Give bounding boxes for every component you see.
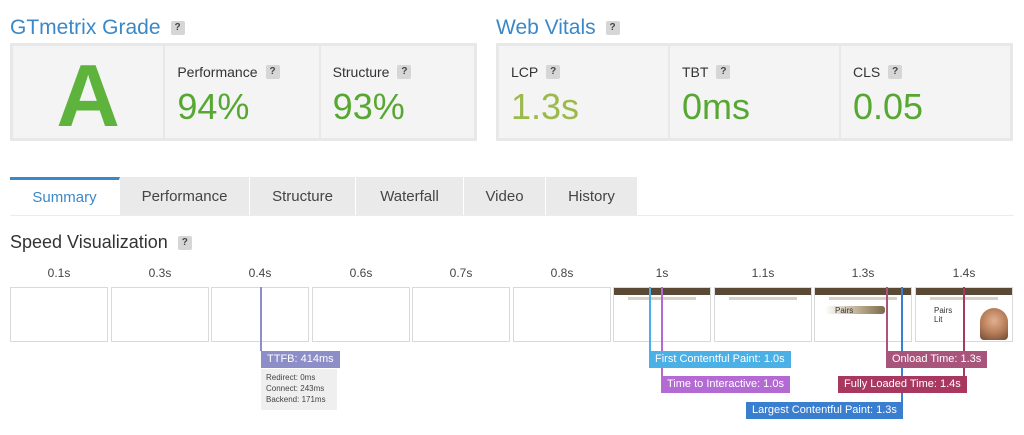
ttfb-redirect: Redirect: 0ms: [266, 373, 316, 382]
tab-video[interactable]: Video: [464, 177, 546, 216]
frame-text-lit: Lit: [934, 315, 943, 324]
ttfb-breakdown: Redirect: 0ms Connect: 243ms Backend: 17…: [261, 369, 337, 410]
time-label: 0.3s: [148, 266, 172, 280]
cls-label-row: CLS ?: [853, 64, 903, 80]
time-label: 0.1s: [47, 266, 71, 280]
page-header-thumbnail: [815, 288, 911, 295]
filmstrip-frame[interactable]: [412, 287, 510, 342]
filmstrip-frame[interactable]: [312, 287, 410, 342]
help-icon[interactable]: ?: [716, 65, 731, 79]
ttfb-connect: Connect: 243ms: [266, 384, 325, 393]
web-vitals-panel: LCP ? 1.3s TBT ? 0ms CLS ? 0.05: [496, 43, 1013, 141]
structure-label-row: Structure ?: [333, 64, 412, 80]
lcp-cell: LCP ? 1.3s: [499, 46, 668, 138]
lcp-label-row: LCP ?: [511, 64, 561, 80]
lcp-label: LCP: [511, 64, 539, 80]
tbt-label: TBT: [682, 64, 709, 80]
web-vitals-title: Web Vitals: [496, 16, 596, 39]
time-label: 1s: [655, 266, 669, 280]
speed-visualization-title: Speed Visualization: [10, 232, 168, 252]
tab-performance[interactable]: Performance: [120, 177, 250, 216]
structure-label: Structure: [332, 64, 390, 80]
lcp-value: 1.3s: [511, 86, 580, 127]
help-icon[interactable]: ?: [177, 235, 192, 250]
performance-cell: Performance ? 94%: [165, 46, 319, 138]
frame-text-block: Pairs Lit: [934, 306, 952, 324]
structure-cell: Structure ? 93%: [320, 46, 474, 138]
fully-loaded-marker-label: Fully Loaded Time: 1.4s: [838, 376, 967, 393]
grade-letter: A: [56, 46, 120, 145]
tti-marker-label: Time to Interactive: 1.0s: [661, 376, 790, 393]
time-label: 0.8s: [550, 266, 574, 280]
help-icon[interactable]: ?: [170, 21, 185, 35]
frame-text-pairs: Pairs: [835, 306, 854, 315]
tab-history[interactable]: History: [546, 177, 638, 216]
hero-photo-thumbnail: [980, 308, 1008, 340]
lcp-marker-label: Largest Contentful Paint: 1.3s: [746, 402, 903, 419]
page-header-thumbnail: [715, 288, 811, 295]
time-label: 1.3s: [851, 266, 875, 280]
time-label: 0.4s: [248, 266, 272, 280]
frame-text-pairs: Pairs: [934, 306, 953, 315]
web-vitals-heading: Web Vitals ?: [496, 16, 620, 40]
gtmetrix-grade-panel: A Performance ? 94% Structure ? 93%: [10, 43, 477, 141]
help-icon[interactable]: ?: [265, 65, 280, 79]
filmstrip-frame[interactable]: Pairs: [814, 287, 912, 342]
tbt-label-row: TBT ?: [682, 64, 731, 80]
tab-structure[interactable]: Structure: [250, 177, 356, 216]
tab-waterfall[interactable]: Waterfall: [356, 177, 464, 216]
help-icon[interactable]: ?: [397, 65, 412, 79]
cls-value: 0.05: [853, 86, 924, 127]
performance-label-row: Performance ?: [177, 64, 280, 80]
report-tabs: Summary Performance Structure Waterfall …: [10, 177, 638, 216]
time-label: 0.7s: [449, 266, 473, 280]
tbt-cell: TBT ? 0ms: [670, 46, 839, 138]
onload-marker-label: Onload Time: 1.3s: [886, 351, 988, 368]
fcp-marker-label: First Contentful Paint: 1.0s: [649, 351, 791, 368]
ttfb-marker-label: TTFB: 414ms: [261, 351, 340, 368]
time-label: 1.1s: [751, 266, 775, 280]
performance-value: 94%: [177, 86, 250, 127]
tabs-divider: [10, 215, 1014, 216]
cls-cell: CLS ? 0.05: [841, 46, 1010, 138]
filmstrip-frame[interactable]: [10, 287, 108, 342]
grade-cell: A: [13, 46, 164, 145]
cls-label: CLS: [853, 64, 881, 80]
gtmetrix-grade-heading: GTmetrix Grade ?: [10, 16, 185, 40]
filmstrip-frame[interactable]: [111, 287, 209, 342]
performance-label: Performance: [177, 64, 258, 80]
help-icon[interactable]: ?: [888, 65, 903, 79]
help-icon[interactable]: ?: [546, 65, 561, 79]
ttfb-backend: Backend: 171ms: [266, 395, 326, 404]
ttfb-marker-line: [260, 287, 262, 351]
filmstrip-frame[interactable]: [513, 287, 611, 342]
hero-image-thumbnail: [825, 306, 885, 314]
structure-value: 93%: [332, 86, 405, 127]
onload-marker-line: [886, 287, 888, 351]
help-icon[interactable]: ?: [605, 21, 620, 35]
speed-visualization-heading: Speed Visualization ?: [10, 232, 192, 253]
fcp-marker-line: [649, 287, 651, 351]
page-nav-thumbnail: [729, 297, 797, 300]
gtmetrix-grade-title: GTmetrix Grade: [10, 16, 161, 39]
tab-summary[interactable]: Summary: [10, 177, 120, 216]
filmstrip-frame[interactable]: [714, 287, 812, 342]
tbt-value: 0ms: [682, 86, 751, 127]
time-label: 1.4s: [952, 266, 976, 280]
time-label: 0.6s: [349, 266, 373, 280]
